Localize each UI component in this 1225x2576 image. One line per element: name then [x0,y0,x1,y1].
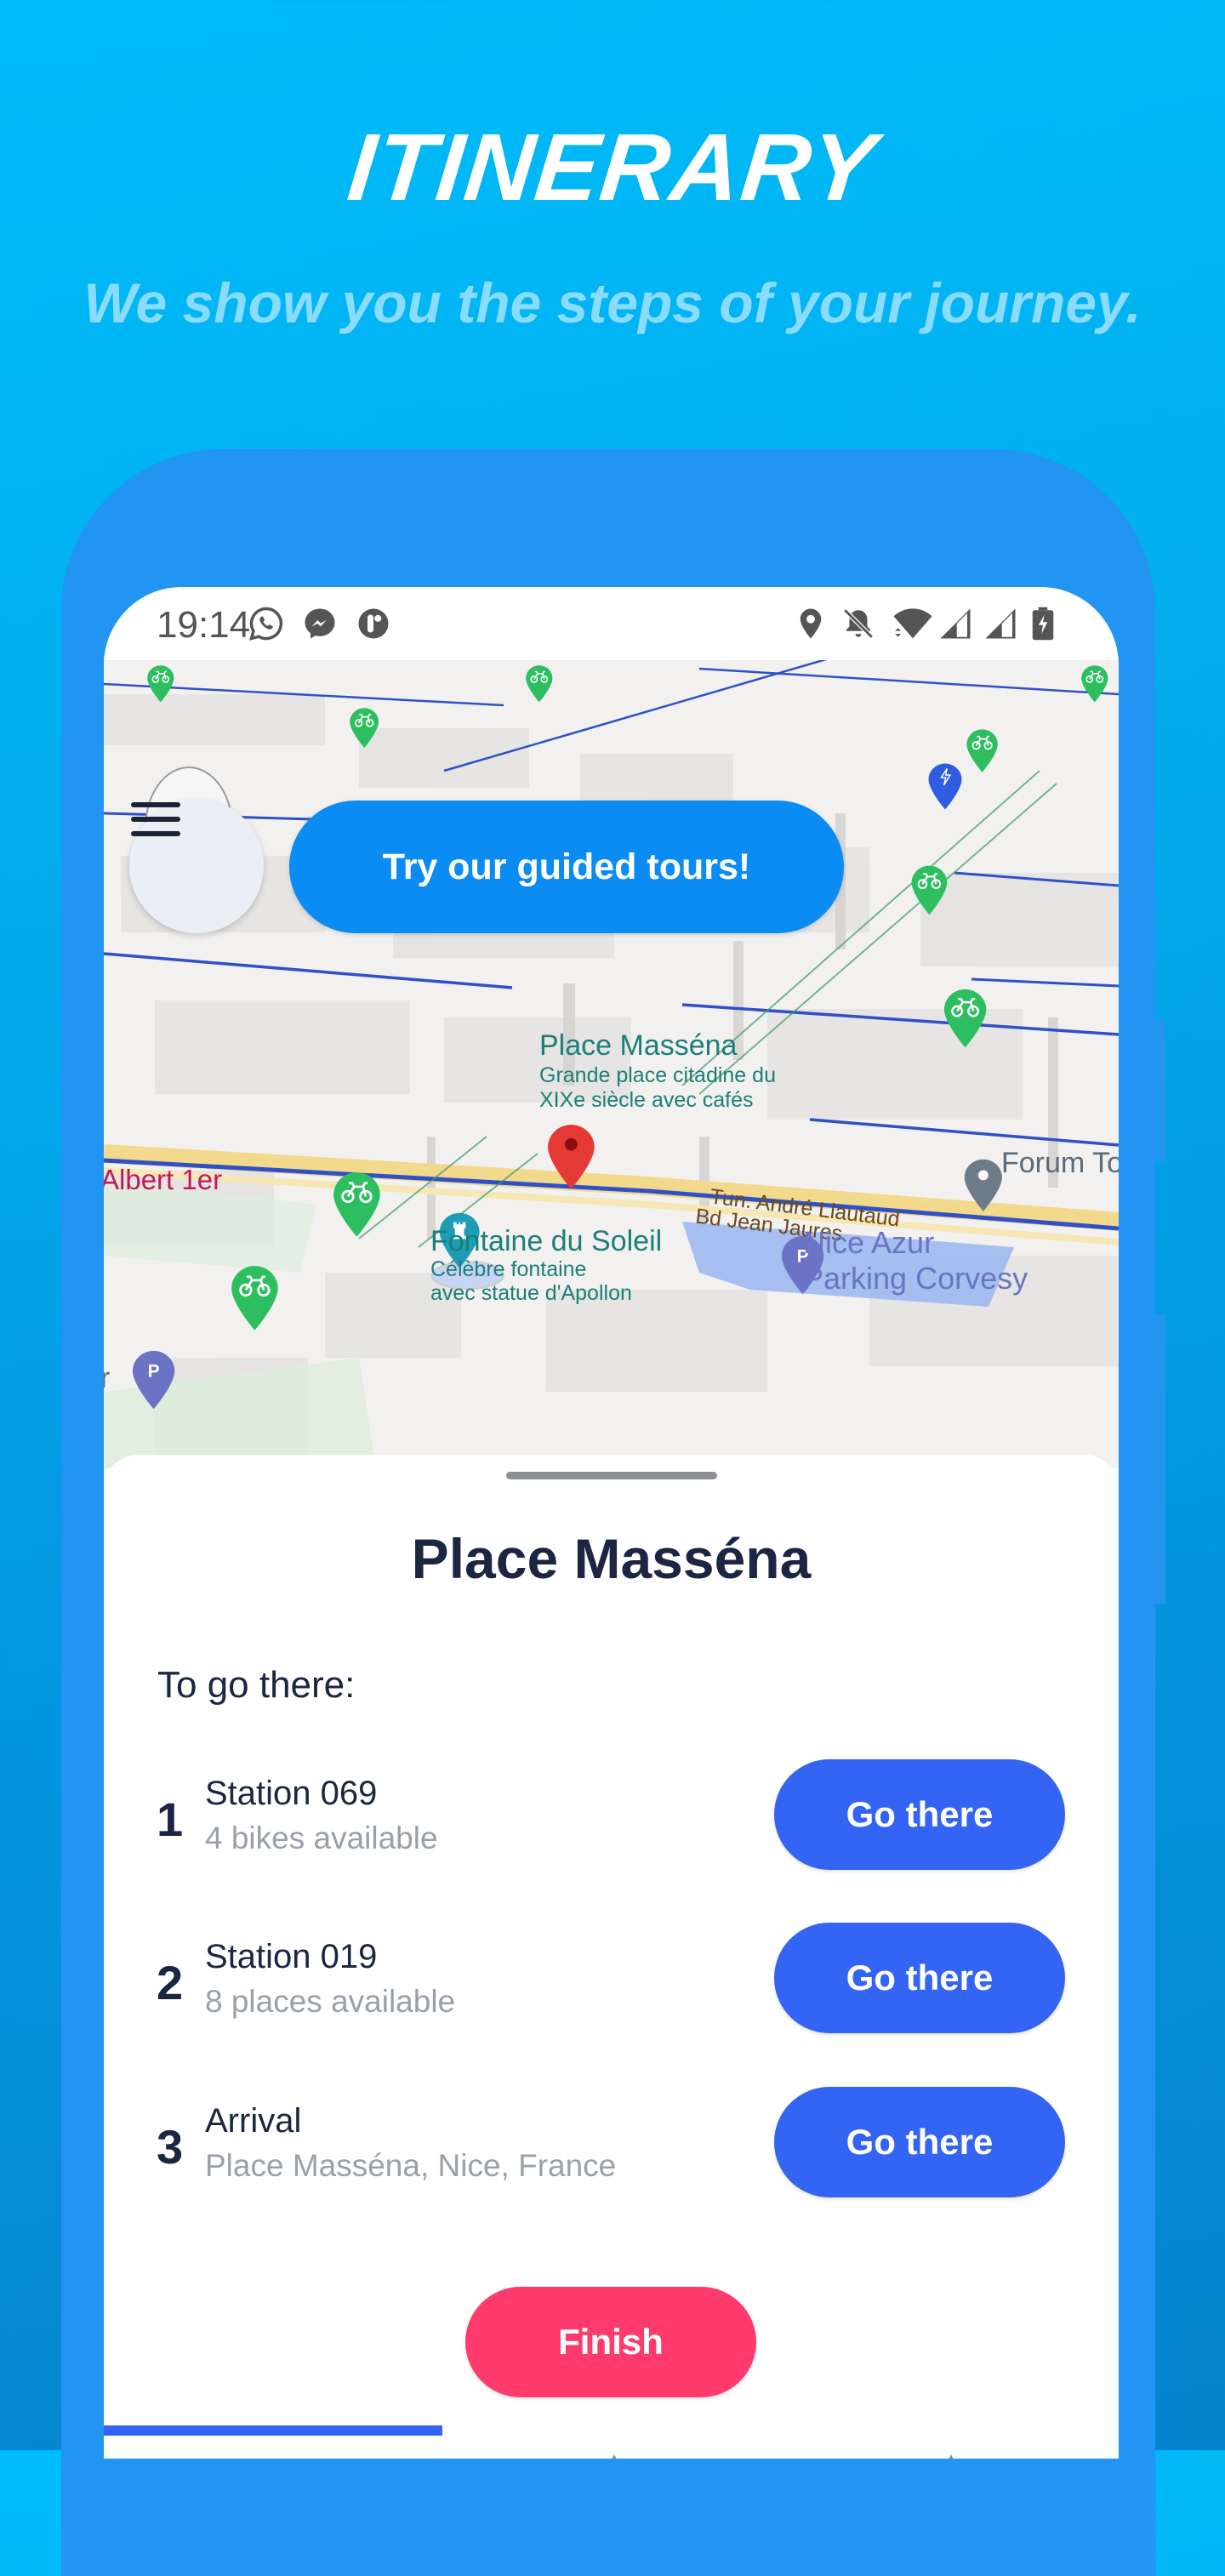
map-label: Place Masséna [539,1029,738,1062]
map-label: XIXe siècle avec cafés [539,1088,754,1112]
wifi-icon [893,608,932,639]
bottom-sheet: Place Masséna To go there: 1 Station 069… [104,1455,1119,2459]
guided-tours-button[interactable]: Try our guided tours! [289,801,844,933]
whatsapp-icon [248,607,283,641]
bike-station-marker[interactable] [146,664,175,704]
bell-muted-icon [843,608,874,639]
step-title: Station 069 [205,1775,378,1812]
status-time: 19:14 [157,604,251,646]
bike-station-marker[interactable] [1080,664,1109,704]
status-bar: 19:14 [104,587,1119,660]
map-label: Grande place citadine du [539,1063,776,1087]
map-label: Fontaine du Soleil [430,1225,663,1257]
promo-title: ITINERARY [343,114,882,220]
step-detail: Place Masséna, Nice, France [205,2148,617,2183]
map-label: Parking Corvesy [803,1261,1028,1296]
tab-icon-tip[interactable] [609,2454,619,2459]
step-number: 1 [157,1792,184,1846]
hamburger-icon [131,802,180,836]
sheet-drag-handle[interactable] [506,1472,717,1479]
step-row: 3 Arrival Place Masséna, Nice, France Go… [104,2087,1119,2206]
step-detail: 4 bikes available [205,1821,438,1855]
promo-subtitle: We show you the steps of your journey. [83,271,1142,334]
finish-button[interactable]: Finish [465,2287,756,2397]
sheet-title: Place Masséna [411,1527,812,1590]
parking-marker[interactable]: P [131,1349,176,1411]
signal-icon [940,608,971,639]
app-notification-icon [358,608,389,639]
tab-icon-tip[interactable] [946,2454,956,2459]
map-label: avec statue d'Apollon [430,1281,632,1305]
svg-text:P: P [148,1361,160,1381]
tab-indicator [104,2425,442,2436]
step-row: 2 Station 019 8 places available Go ther… [104,1923,1119,2042]
map-label: Forum To [1001,1147,1119,1179]
go-there-button[interactable]: Go there [774,2087,1065,2197]
step-title: Arrival [205,2102,302,2140]
messenger-icon [305,608,335,639]
bike-station-marker[interactable] [332,1171,382,1239]
bike-station-marker[interactable] [349,707,379,749]
bike-station-marker[interactable] [943,988,988,1049]
phone-side-button [1154,1021,1165,1161]
phone-screen: 19:14 P P Place Masséna Grande place cit… [104,587,1119,2459]
destination-pin-marker[interactable] [546,1123,596,1191]
step-number: 2 [157,1956,184,2009]
go-there-button[interactable]: Go there [774,1923,1065,2033]
bike-station-marker[interactable] [525,664,554,704]
menu-button[interactable] [129,799,264,933]
step-number: 3 [157,2120,184,2174]
step-detail: 8 places available [205,1984,456,2019]
signal-icon [985,608,1016,639]
sheet-subtitle: To go there: [157,1664,356,1706]
go-there-button[interactable]: Go there [774,1759,1065,1870]
place-marker[interactable] [963,1158,1004,1213]
charging-station-marker[interactable] [927,762,963,811]
phone-side-button [1154,1314,1165,1604]
map-label: r [104,1362,111,1394]
map-label: Albert 1er [104,1164,223,1195]
map-label: Célèbre fontaine [430,1257,587,1281]
map-label: Nice Azur [803,1225,935,1260]
bike-station-marker[interactable] [230,1264,280,1332]
location-icon [800,608,822,639]
battery-charging-icon [1032,607,1054,641]
step-title: Station 019 [205,1938,378,1975]
bike-station-marker[interactable] [910,864,949,916]
map-view[interactable]: PP Place Masséna Grande place citadine d… [104,660,1119,1468]
bike-station-marker[interactable] [966,728,999,773]
step-row: 1 Station 069 4 bikes available Go there [104,1759,1119,1878]
